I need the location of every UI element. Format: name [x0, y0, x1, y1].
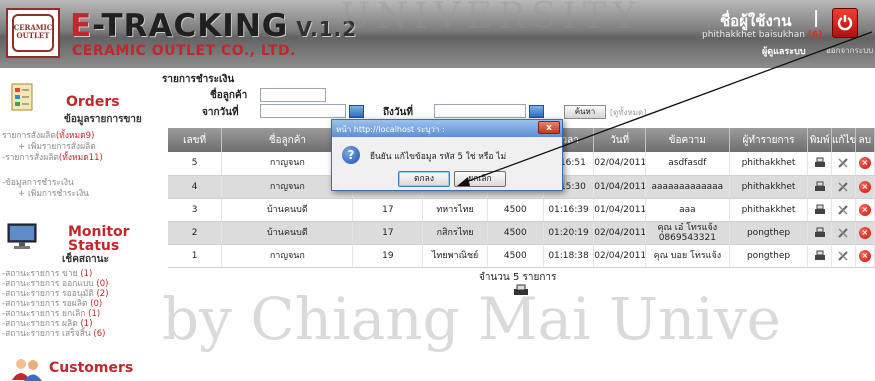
annotation-arrow: [457, 31, 873, 186]
